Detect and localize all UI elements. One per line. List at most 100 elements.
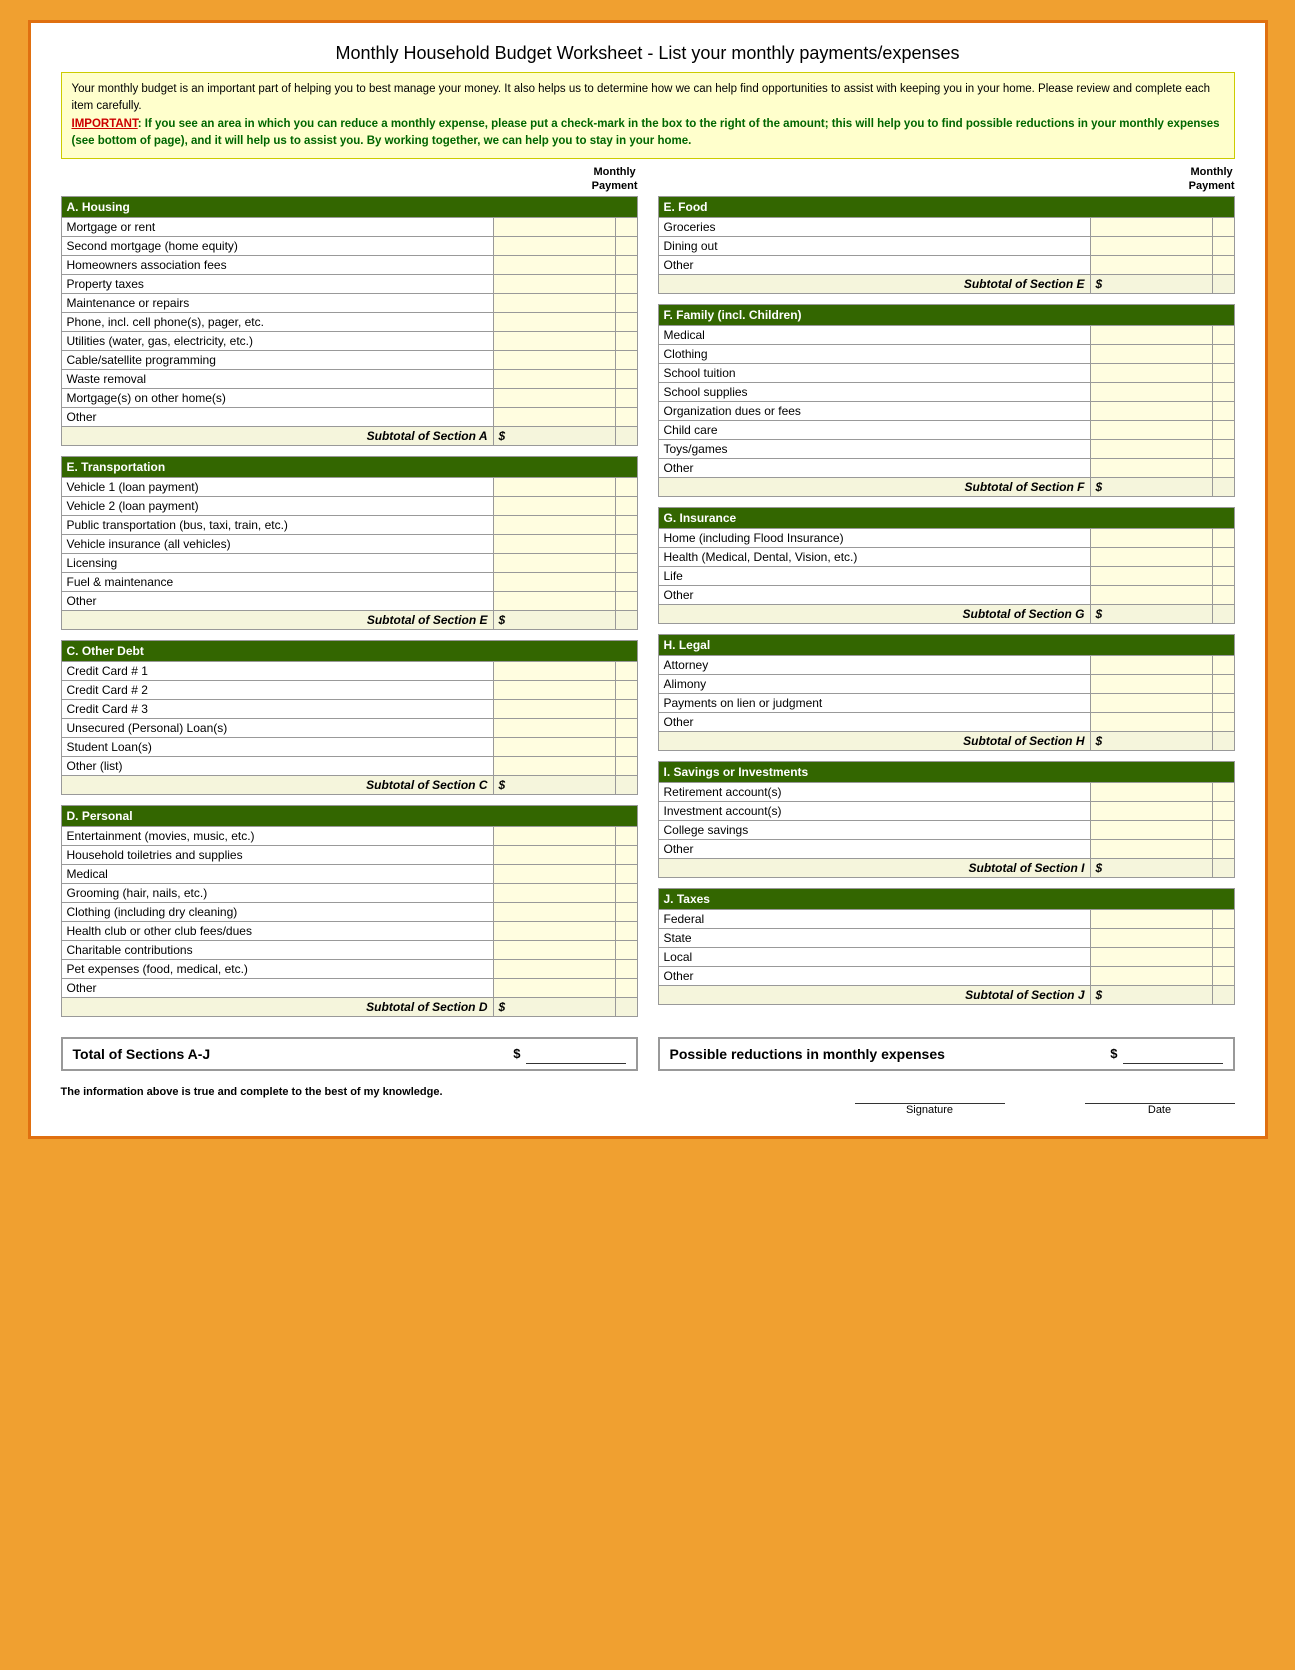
amount-field[interactable] bbox=[493, 591, 615, 610]
amount-field[interactable] bbox=[1090, 655, 1212, 674]
amount-field[interactable] bbox=[493, 331, 615, 350]
check-field[interactable] bbox=[1212, 458, 1234, 477]
check-field[interactable] bbox=[615, 236, 637, 255]
amount-field[interactable] bbox=[493, 293, 615, 312]
check-field[interactable] bbox=[1212, 928, 1234, 947]
amount-field[interactable] bbox=[493, 661, 615, 680]
check-field[interactable] bbox=[615, 699, 637, 718]
check-field[interactable] bbox=[615, 845, 637, 864]
amount-field[interactable] bbox=[493, 921, 615, 940]
check-field[interactable] bbox=[1212, 585, 1234, 604]
check-field[interactable] bbox=[615, 940, 637, 959]
amount-field[interactable] bbox=[1090, 820, 1212, 839]
amount-field[interactable] bbox=[1090, 693, 1212, 712]
check-field[interactable] bbox=[1212, 801, 1234, 820]
amount-field[interactable] bbox=[1090, 420, 1212, 439]
amount-field[interactable] bbox=[493, 388, 615, 407]
amount-field[interactable] bbox=[1090, 363, 1212, 382]
amount-field[interactable] bbox=[1090, 928, 1212, 947]
check-field[interactable] bbox=[615, 978, 637, 997]
check-field[interactable] bbox=[615, 959, 637, 978]
amount-field[interactable] bbox=[493, 826, 615, 845]
check-field[interactable] bbox=[615, 496, 637, 515]
amount-field[interactable] bbox=[1090, 674, 1212, 693]
amount-field[interactable] bbox=[493, 477, 615, 496]
amount-field[interactable] bbox=[493, 312, 615, 331]
amount-field[interactable] bbox=[1090, 344, 1212, 363]
amount-field[interactable] bbox=[1090, 528, 1212, 547]
check-field[interactable] bbox=[615, 864, 637, 883]
check-field[interactable] bbox=[1212, 839, 1234, 858]
check-field[interactable] bbox=[1212, 528, 1234, 547]
amount-field[interactable] bbox=[493, 255, 615, 274]
check-field[interactable] bbox=[615, 369, 637, 388]
amount-field[interactable] bbox=[1090, 325, 1212, 344]
check-field[interactable] bbox=[1212, 255, 1234, 274]
amount-field[interactable] bbox=[493, 699, 615, 718]
amount-field[interactable] bbox=[493, 864, 615, 883]
check-field[interactable] bbox=[1212, 325, 1234, 344]
total-aj-field[interactable] bbox=[526, 1044, 626, 1064]
amount-field[interactable] bbox=[493, 940, 615, 959]
amount-field[interactable] bbox=[493, 217, 615, 236]
reductions-field[interactable] bbox=[1123, 1044, 1223, 1064]
amount-field[interactable] bbox=[493, 883, 615, 902]
check-field[interactable] bbox=[615, 591, 637, 610]
amount-field[interactable] bbox=[493, 274, 615, 293]
check-field[interactable] bbox=[615, 572, 637, 591]
check-field[interactable] bbox=[1212, 363, 1234, 382]
check-field[interactable] bbox=[615, 826, 637, 845]
amount-field[interactable] bbox=[493, 407, 615, 426]
check-field[interactable] bbox=[1212, 655, 1234, 674]
amount-field[interactable] bbox=[493, 534, 615, 553]
check-field[interactable] bbox=[1212, 566, 1234, 585]
amount-field[interactable] bbox=[493, 902, 615, 921]
amount-field[interactable] bbox=[1090, 947, 1212, 966]
check-field[interactable] bbox=[1212, 693, 1234, 712]
check-field[interactable] bbox=[615, 217, 637, 236]
check-field[interactable] bbox=[615, 756, 637, 775]
check-field[interactable] bbox=[1212, 712, 1234, 731]
amount-field[interactable] bbox=[493, 496, 615, 515]
check-field[interactable] bbox=[1212, 344, 1234, 363]
check-field[interactable] bbox=[615, 255, 637, 274]
check-field[interactable] bbox=[615, 883, 637, 902]
amount-field[interactable] bbox=[493, 680, 615, 699]
amount-field[interactable] bbox=[1090, 217, 1212, 236]
amount-field[interactable] bbox=[493, 959, 615, 978]
check-field[interactable] bbox=[615, 312, 637, 331]
amount-field[interactable] bbox=[493, 515, 615, 534]
check-field[interactable] bbox=[615, 718, 637, 737]
check-field[interactable] bbox=[1212, 909, 1234, 928]
check-field[interactable] bbox=[1212, 782, 1234, 801]
check-field[interactable] bbox=[1212, 217, 1234, 236]
check-field[interactable] bbox=[615, 553, 637, 572]
check-field[interactable] bbox=[615, 477, 637, 496]
amount-field[interactable] bbox=[1090, 255, 1212, 274]
check-field[interactable] bbox=[615, 921, 637, 940]
amount-field[interactable] bbox=[493, 369, 615, 388]
check-field[interactable] bbox=[615, 680, 637, 699]
check-field[interactable] bbox=[1212, 236, 1234, 255]
check-field[interactable] bbox=[615, 274, 637, 293]
check-field[interactable] bbox=[1212, 947, 1234, 966]
amount-field[interactable] bbox=[493, 756, 615, 775]
amount-field[interactable] bbox=[1090, 547, 1212, 566]
check-field[interactable] bbox=[1212, 820, 1234, 839]
check-field[interactable] bbox=[615, 331, 637, 350]
check-field[interactable] bbox=[615, 534, 637, 553]
amount-field[interactable] bbox=[1090, 712, 1212, 731]
amount-field[interactable] bbox=[1090, 782, 1212, 801]
amount-field[interactable] bbox=[1090, 236, 1212, 255]
amount-field[interactable] bbox=[1090, 909, 1212, 928]
amount-field[interactable] bbox=[1090, 585, 1212, 604]
amount-field[interactable] bbox=[493, 350, 615, 369]
amount-field[interactable] bbox=[1090, 801, 1212, 820]
check-field[interactable] bbox=[1212, 420, 1234, 439]
amount-field[interactable] bbox=[493, 978, 615, 997]
amount-field[interactable] bbox=[493, 845, 615, 864]
amount-field[interactable] bbox=[1090, 458, 1212, 477]
check-field[interactable] bbox=[615, 293, 637, 312]
amount-field[interactable] bbox=[1090, 966, 1212, 985]
check-field[interactable] bbox=[1212, 547, 1234, 566]
